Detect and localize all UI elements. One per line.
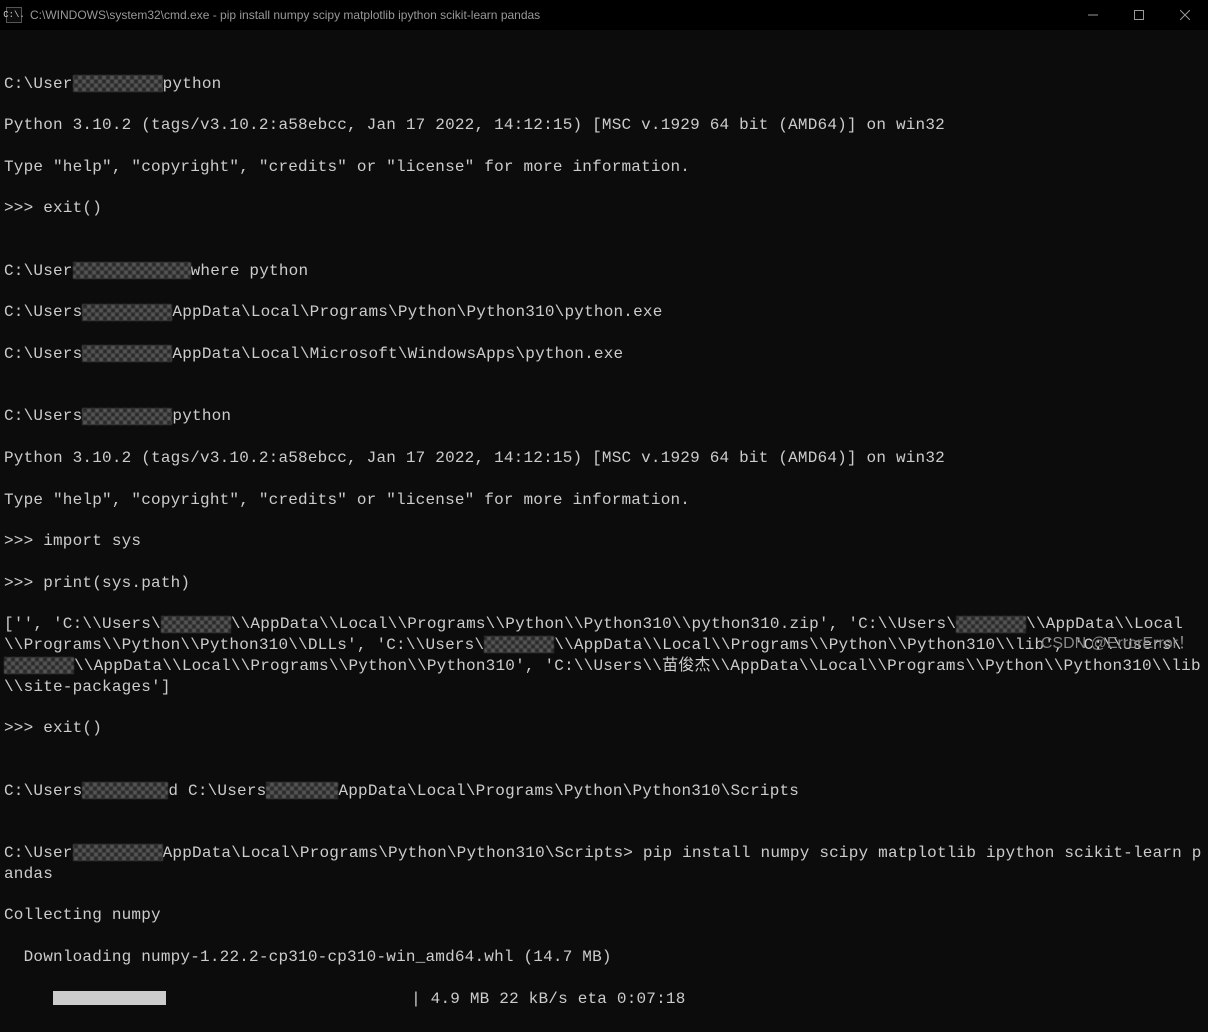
progress-bar-empty xyxy=(166,989,411,1010)
redacted-user xyxy=(956,616,1026,633)
output-line: Type "help", "copyright", "credits" or "… xyxy=(4,490,1204,511)
output-line: C:\Userspython xyxy=(4,406,1204,427)
output-line: >>> print(sys.path) xyxy=(4,573,1204,594)
cmd-icon: C:\. xyxy=(6,7,22,23)
window-titlebar: C:\. C:\WINDOWS\system32\cmd.exe - pip i… xyxy=(0,0,1208,30)
output-line: >>> exit() xyxy=(4,198,1204,219)
redacted-user xyxy=(82,345,172,362)
redacted-user xyxy=(82,782,168,799)
redacted-user xyxy=(82,304,172,321)
output-line: >>> exit() xyxy=(4,718,1204,739)
output-line: >>> import sys xyxy=(4,531,1204,552)
output-line: C:\Usersd C:\UsersAppData\Local\Programs… xyxy=(4,781,1204,802)
output-line: C:\UserAppData\Local\Programs\Python\Pyt… xyxy=(4,843,1204,885)
redacted-user xyxy=(161,616,231,633)
redacted-user xyxy=(4,657,74,674)
output-line: C:\Userpython xyxy=(4,74,1204,95)
watermark-text: CSDN @ErrorError！ xyxy=(1041,629,1194,653)
output-line: Python 3.10.2 (tags/v3.10.2:a58ebcc, Jan… xyxy=(4,115,1204,136)
window-title: C:\WINDOWS\system32\cmd.exe - pip instal… xyxy=(30,8,1070,22)
output-line: Collecting numpy xyxy=(4,905,1204,926)
close-button[interactable] xyxy=(1162,0,1208,30)
output-line: ['', 'C:\\Users\\\AppData\\Local\\Progra… xyxy=(4,614,1204,697)
output-line: C:\UsersAppData\Local\Programs\Python\Py… xyxy=(4,302,1204,323)
redacted-user xyxy=(73,262,191,279)
output-line: C:\Userwhere python xyxy=(4,261,1204,282)
redacted-user xyxy=(73,844,163,861)
progress-line: | 4.9 MB 22 kB/s eta 0:07:18 xyxy=(4,989,1204,1010)
progress-stats: | 4.9 MB 22 kB/s eta 0:07:18 xyxy=(411,990,685,1008)
output-line: C:\UsersAppData\Local\Microsoft\WindowsA… xyxy=(4,344,1204,365)
minimize-button[interactable] xyxy=(1070,0,1116,30)
progress-bar-fill xyxy=(53,991,166,1005)
maximize-button[interactable] xyxy=(1116,0,1162,30)
output-line: Python 3.10.2 (tags/v3.10.2:a58ebcc, Jan… xyxy=(4,448,1204,469)
output-line: Type "help", "copyright", "credits" or "… xyxy=(4,157,1204,178)
redacted-user xyxy=(266,782,338,799)
redacted-user xyxy=(484,636,554,653)
redacted-user xyxy=(82,408,172,425)
window-controls xyxy=(1070,0,1208,30)
output-line: Downloading numpy-1.22.2-cp310-cp310-win… xyxy=(4,947,1204,968)
terminal-output[interactable]: C:\Userpython Python 3.10.2 (tags/v3.10.… xyxy=(0,30,1208,1032)
redacted-user xyxy=(73,75,163,92)
